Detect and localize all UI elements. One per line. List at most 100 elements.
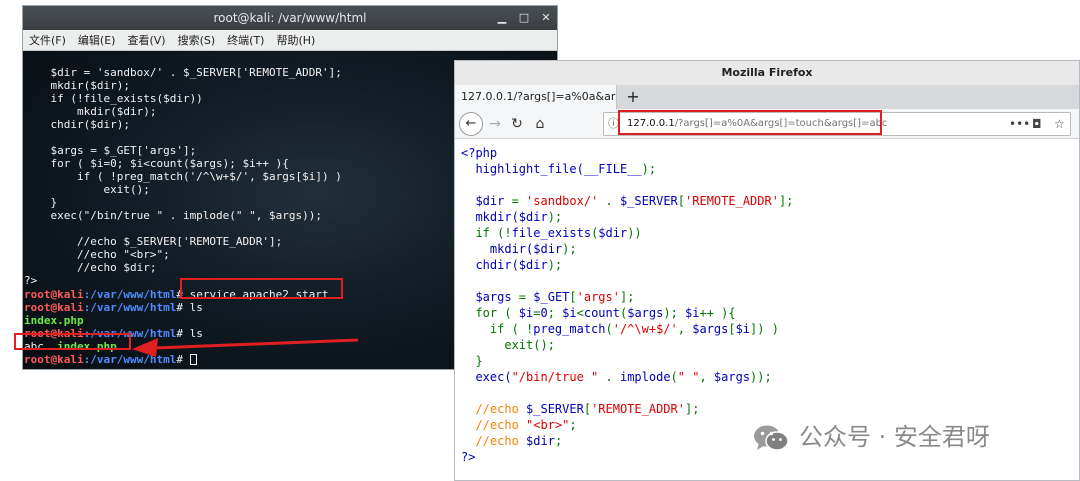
code-token: =	[504, 194, 527, 208]
code-line: highlight_file(__FILE__);	[461, 161, 656, 177]
code-token: $_SERVER	[526, 402, 584, 416]
terminal-output-line: index.php	[24, 314, 84, 327]
wechat-icon	[754, 425, 789, 451]
code-token: $args	[713, 370, 751, 384]
prompt-symbol: #	[176, 301, 183, 314]
minimize-icon[interactable]: ▁	[495, 11, 509, 25]
code-token: .	[598, 370, 620, 384]
prompt-user: root@kali	[24, 301, 84, 314]
code-token: " "	[677, 370, 700, 384]
back-arrow-icon[interactable]: ←	[459, 112, 483, 136]
code-token: if ( !	[461, 322, 534, 336]
code-token: ];	[684, 402, 700, 416]
command-text: ls	[182, 301, 203, 314]
pocket-icon[interactable]: ◘	[1032, 113, 1042, 135]
forward-arrow-icon[interactable]: →	[485, 114, 505, 134]
code-token: $dir	[518, 258, 548, 272]
code-token: $dir	[533, 242, 563, 256]
menu-help[interactable]: 帮助(H)	[276, 34, 315, 47]
code-token: .	[598, 194, 620, 208]
code-token: ));	[750, 370, 772, 384]
close-icon[interactable]: ✕	[539, 11, 553, 25]
code-token: exec(	[461, 370, 512, 384]
code-line: exec("/bin/true " . implode(" ", $args))…	[461, 369, 772, 385]
code-token: ;	[569, 418, 577, 432]
firefox-titlebar: Mozilla Firefox	[455, 61, 1079, 85]
code-token: =	[511, 290, 534, 304]
code-token: 'REMOTE_ADDR'	[685, 194, 779, 208]
code-token: $dir	[461, 194, 505, 208]
page-actions-icon[interactable]: •••	[1009, 113, 1030, 135]
prompt-path: :/var/www/html	[83, 301, 177, 314]
prompt-path: :/var/www/html	[83, 288, 177, 301]
maximize-icon[interactable]: □	[517, 11, 531, 25]
menu-edit[interactable]: 编辑(E)	[78, 34, 116, 47]
terminal-title: root@kali: /var/www/html	[213, 11, 367, 25]
code-token: <	[576, 306, 584, 320]
code-line: for ( $i=0; $i<count($args); $i++ ){	[461, 305, 735, 321]
code-token: ];	[778, 194, 794, 208]
code-token: $dir	[526, 434, 555, 448]
code-token: $args	[627, 306, 664, 320]
code-token: chdir(	[461, 258, 519, 272]
prompt-user: root@kali	[24, 288, 84, 301]
terminal-titlebar: root@kali: /var/www/html ▁ □ ✕	[23, 6, 557, 30]
terminal-code-line: if (!file_exists($dir))	[24, 92, 203, 105]
code-token: (	[605, 322, 613, 336]
code-line: ?>	[461, 450, 476, 464]
terminal-code-line: for ( $i=0; $i<count($args); $i++ ){	[24, 157, 289, 170]
code-line: //echo "<br>";	[461, 417, 577, 433]
code-token: );	[547, 258, 563, 272]
code-line: $args = $_GET['args'];	[461, 289, 634, 305]
code-line: }	[461, 354, 483, 368]
code-line: //echo $dir;	[461, 433, 562, 449]
code-token: $dir	[518, 210, 548, 224]
code-token: //echo	[461, 434, 527, 448]
code-token: [	[569, 290, 577, 304]
menu-file[interactable]: 文件(F)	[29, 34, 66, 47]
code-line: <?php	[461, 146, 498, 160]
code-token: 'args'	[576, 290, 620, 304]
code-token: 0	[540, 306, 548, 320]
terminal-code-line: $args = $_GET['args'];	[24, 144, 197, 157]
prompt-user: root@kali	[24, 353, 84, 366]
code-token: $args	[461, 290, 512, 304]
code-token: $_SERVER	[619, 194, 678, 208]
code-token: '/^\w+$/'	[612, 322, 678, 336]
menu-view[interactable]: 查看(V)	[127, 34, 165, 47]
terminal-prompt-line: root@kali:/var/www/html# ls	[24, 301, 203, 314]
code-token: $i	[685, 306, 700, 320]
code-token: implode	[619, 370, 671, 384]
star-icon[interactable]: ☆	[1054, 113, 1065, 135]
code-line: exit();	[461, 338, 555, 352]
reload-icon[interactable]: ↻	[507, 114, 527, 134]
code-token: //echo	[461, 418, 527, 432]
code-token: //echo	[461, 402, 527, 416]
terminal-code-line: ?>	[24, 274, 38, 287]
menu-search[interactable]: 搜索(S)	[178, 34, 216, 47]
code-line: //echo $_SERVER['REMOTE_ADDR'];	[461, 401, 699, 417]
highlight-box-command	[180, 278, 343, 299]
code-token: ]) )	[750, 322, 779, 336]
code-token: );	[547, 210, 563, 224]
code-line: if ( !preg_match('/^\w+$/', $args[$i]) )	[461, 321, 779, 337]
code-line: mkdir($dir);	[461, 241, 577, 257]
code-token: $i	[735, 322, 751, 336]
code-token: (	[670, 370, 678, 384]
code-line: $dir = 'sandbox/' . $_SERVER['REMOTE_ADD…	[461, 193, 793, 209]
home-icon[interactable]: ⌂	[530, 114, 550, 134]
code-line: mkdir($dir);	[461, 209, 562, 225]
highlight-box-ls-output	[14, 333, 131, 350]
new-tab-button[interactable]: +	[623, 85, 643, 109]
code-token: "/bin/true "	[511, 370, 599, 384]
code-token: mkdir(	[461, 242, 534, 256]
code-token: for (	[461, 306, 519, 320]
terminal-code-line: if ( !preg_match('/^\w+$/', $args[$i]) )	[24, 170, 342, 183]
terminal-code-line: }	[24, 196, 58, 209]
terminal-code-line: $dir = 'sandbox/' . $_SERVER['REMOTE_ADD…	[24, 66, 342, 79]
code-token: ;	[554, 434, 563, 448]
menu-terminal[interactable]: 终端(T)	[227, 34, 264, 47]
code-token: ];	[619, 290, 635, 304]
browser-tab[interactable]: 127.0.0.1/?args[]=a%0a&ar	[455, 85, 617, 109]
code-token: if (!	[461, 226, 512, 240]
